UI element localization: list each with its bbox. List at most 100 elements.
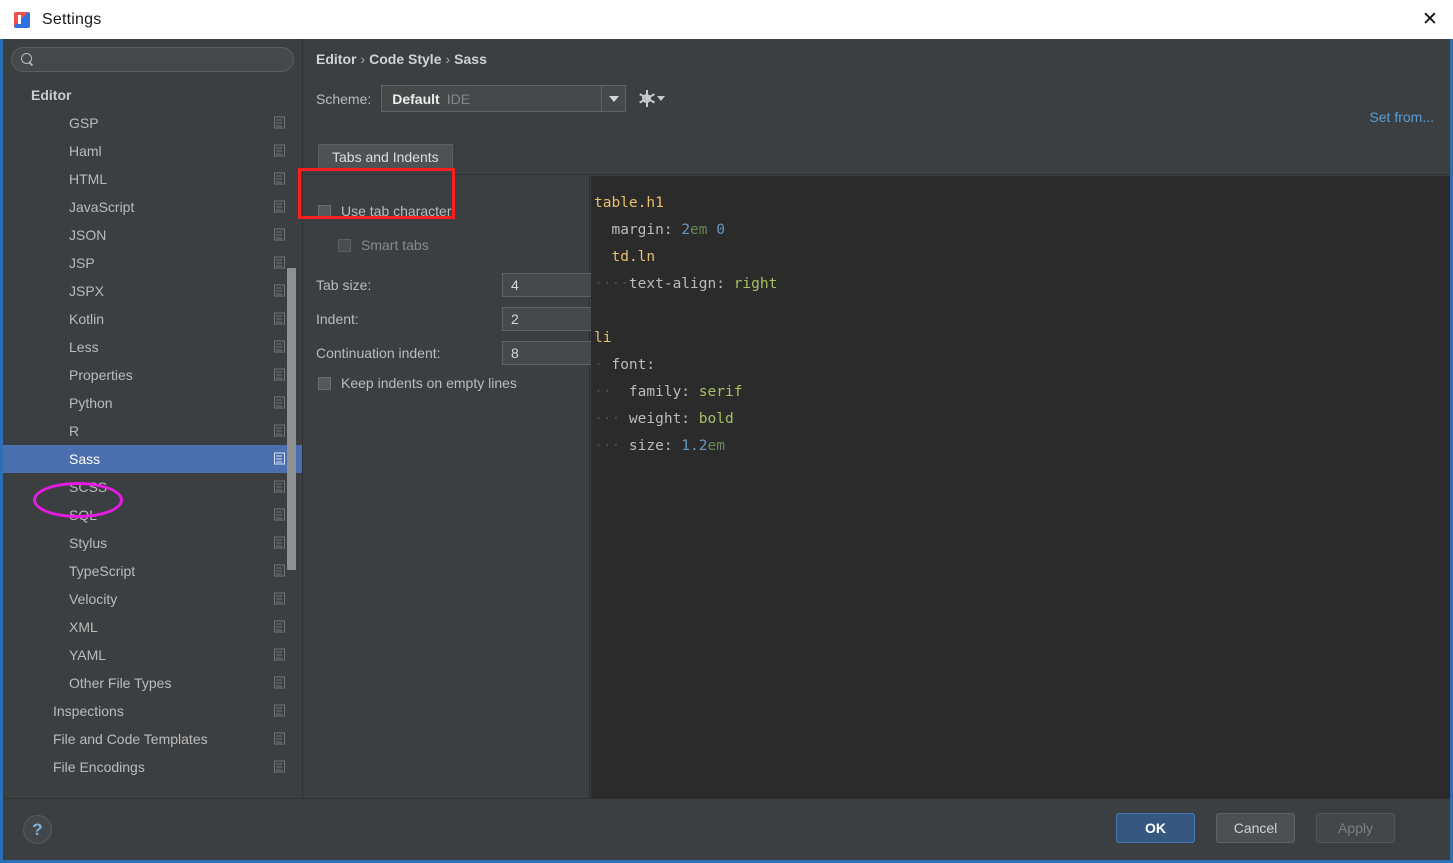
code-token: td bbox=[611, 249, 629, 265]
sidebar-item-xml[interactable]: XML bbox=[3, 613, 302, 641]
sidebar-item-json[interactable]: JSON bbox=[3, 221, 302, 249]
sidebar-item-label: Haml bbox=[69, 143, 102, 159]
code-token: right bbox=[733, 276, 778, 292]
code-token: size: bbox=[620, 438, 682, 454]
code-token: .h1 bbox=[637, 195, 664, 211]
sidebar-item-label: Stylus bbox=[69, 535, 108, 551]
search-field[interactable] bbox=[11, 47, 294, 72]
code-style-page-icon bbox=[272, 228, 285, 242]
breadcrumb-part-code-style: Code Style bbox=[369, 51, 442, 67]
sidebar-item-label: XML bbox=[69, 619, 98, 635]
code-style-page-icon bbox=[272, 256, 285, 270]
code-style-page-icon bbox=[272, 704, 285, 718]
sidebar-scrollbar[interactable] bbox=[287, 268, 296, 570]
sidebar-item-gsp[interactable]: GSP bbox=[3, 109, 302, 137]
code-token: 2 bbox=[681, 222, 691, 238]
indent-input[interactable] bbox=[502, 307, 594, 331]
code-style-page-icon bbox=[272, 368, 285, 382]
sidebar-item-label: Less bbox=[69, 339, 99, 355]
code-line: ··· size: 1.2em bbox=[591, 433, 1450, 460]
sidebar-item-jsp[interactable]: JSP bbox=[3, 249, 302, 277]
gear-icon bbox=[638, 90, 655, 107]
code-token: em bbox=[707, 438, 725, 454]
sidebar-item-label: Python bbox=[69, 395, 113, 411]
sidebar-item-label: JavaScript bbox=[69, 199, 135, 215]
code-style-page-icon bbox=[272, 564, 285, 578]
intellij-idea-icon bbox=[14, 11, 30, 28]
sidebar-item-label: R bbox=[69, 423, 80, 439]
code-style-page-icon bbox=[272, 536, 285, 550]
sidebar-item-file-encodings[interactable]: File Encodings bbox=[3, 753, 302, 781]
scheme-value: Default bbox=[392, 90, 440, 107]
settings-tree: Editor GSP Haml HTML JavaScript JSON JSP JSPX Ko… bbox=[3, 81, 302, 781]
code-token: 0 bbox=[716, 222, 725, 238]
sidebar-item-haml[interactable]: Haml bbox=[3, 137, 302, 165]
continuation-indent-input[interactable] bbox=[502, 341, 594, 365]
code-style-page-icon bbox=[272, 144, 285, 158]
sidebar-item-typescript[interactable]: TypeScript bbox=[3, 557, 302, 585]
sidebar-item-other-file-types[interactable]: Other File Types bbox=[3, 669, 302, 697]
sidebar-item-kotlin[interactable]: Kotlin bbox=[3, 305, 302, 333]
sidebar-item-inspections[interactable]: Inspections bbox=[3, 697, 302, 725]
sidebar-item-r[interactable]: R bbox=[3, 417, 302, 445]
search-container bbox=[3, 39, 302, 72]
close-icon[interactable]: ✕ bbox=[1407, 0, 1453, 39]
set-from-link[interactable]: Set from... bbox=[1369, 109, 1434, 125]
smart-tabs-row[interactable]: Smart tabs bbox=[338, 237, 429, 253]
scheme-row: Scheme: Default IDE bbox=[316, 85, 666, 112]
chevron-down-glyph bbox=[608, 95, 619, 102]
sidebar-item-properties[interactable]: Properties bbox=[3, 361, 302, 389]
code-style-preview[interactable]: table.h1 margin: 2em 0 td.ln ····text-ali… bbox=[591, 176, 1450, 801]
sidebar-item-javascript[interactable]: JavaScript bbox=[3, 193, 302, 221]
apply-button[interactable]: Apply bbox=[1316, 813, 1395, 843]
code-style-page-icon bbox=[272, 424, 285, 438]
code-line: table.h1 bbox=[591, 190, 1450, 217]
use-tab-character-row[interactable]: Use tab character bbox=[318, 203, 452, 219]
chevron-down-icon[interactable] bbox=[601, 86, 625, 111]
sidebar-item-html[interactable]: HTML bbox=[3, 165, 302, 193]
sidebar-item-sass[interactable]: Sass bbox=[3, 445, 302, 473]
code-token: · bbox=[594, 357, 603, 373]
smart-tabs-checkbox[interactable] bbox=[338, 238, 351, 252]
code-line: · font: bbox=[591, 352, 1450, 379]
code-style-page-icon bbox=[272, 312, 285, 326]
sidebar-item-less[interactable]: Less bbox=[3, 333, 302, 361]
sidebar-item-python[interactable]: Python bbox=[3, 389, 302, 417]
sidebar-item-jspx[interactable]: JSPX bbox=[3, 277, 302, 305]
code-style-page-icon bbox=[272, 592, 285, 606]
ok-button[interactable]: OK bbox=[1116, 813, 1195, 843]
keep-indents-checkbox[interactable] bbox=[318, 376, 331, 390]
sidebar-item-velocity[interactable]: Velocity bbox=[3, 585, 302, 613]
tab-tabs-and-indents[interactable]: Tabs and Indents bbox=[318, 144, 453, 169]
code-token: font: bbox=[602, 357, 656, 373]
code-style-page-icon bbox=[272, 116, 285, 130]
scheme-select[interactable]: Default IDE bbox=[381, 85, 627, 112]
sidebar-item-file-and-code-templates[interactable]: File and Code Templates bbox=[3, 725, 302, 753]
scheme-settings-button[interactable] bbox=[638, 90, 666, 107]
settings-content-pane: Editor › Code Style › Sass Scheme: Default I… bbox=[304, 39, 1450, 801]
sidebar-item-label: SCSS bbox=[69, 479, 108, 495]
code-style-page-icon bbox=[272, 648, 285, 662]
sidebar-item-sql[interactable]: SQL bbox=[3, 501, 302, 529]
sidebar-item-stylus[interactable]: Stylus bbox=[3, 529, 302, 557]
sidebar-item-scss[interactable]: SCSS bbox=[3, 473, 302, 501]
settings-sidebar: Editor GSP Haml HTML JavaScript JSON JSP JSPX Ko… bbox=[3, 39, 303, 801]
use-tab-character-checkbox[interactable] bbox=[318, 204, 331, 218]
code-style-page-icon bbox=[272, 396, 285, 410]
breadcrumb-part-editor: Editor bbox=[316, 51, 357, 67]
sidebar-item-editor[interactable]: Editor bbox=[3, 81, 302, 109]
search-icon bbox=[21, 53, 34, 66]
sidebar-item-label: JSON bbox=[69, 227, 107, 243]
code-token: bold bbox=[698, 411, 734, 427]
sidebar-item-yaml[interactable]: YAML bbox=[3, 641, 302, 669]
search-input[interactable] bbox=[40, 52, 284, 67]
code-token: family: bbox=[611, 384, 699, 400]
help-button[interactable]: ? bbox=[23, 815, 52, 844]
code-style-page-icon bbox=[272, 340, 285, 354]
sidebar-item-label: Properties bbox=[69, 367, 133, 383]
keep-indents-row[interactable]: Keep indents on empty lines bbox=[318, 375, 517, 391]
cancel-button[interactable]: Cancel bbox=[1216, 813, 1295, 843]
tab-size-input[interactable] bbox=[502, 273, 594, 297]
